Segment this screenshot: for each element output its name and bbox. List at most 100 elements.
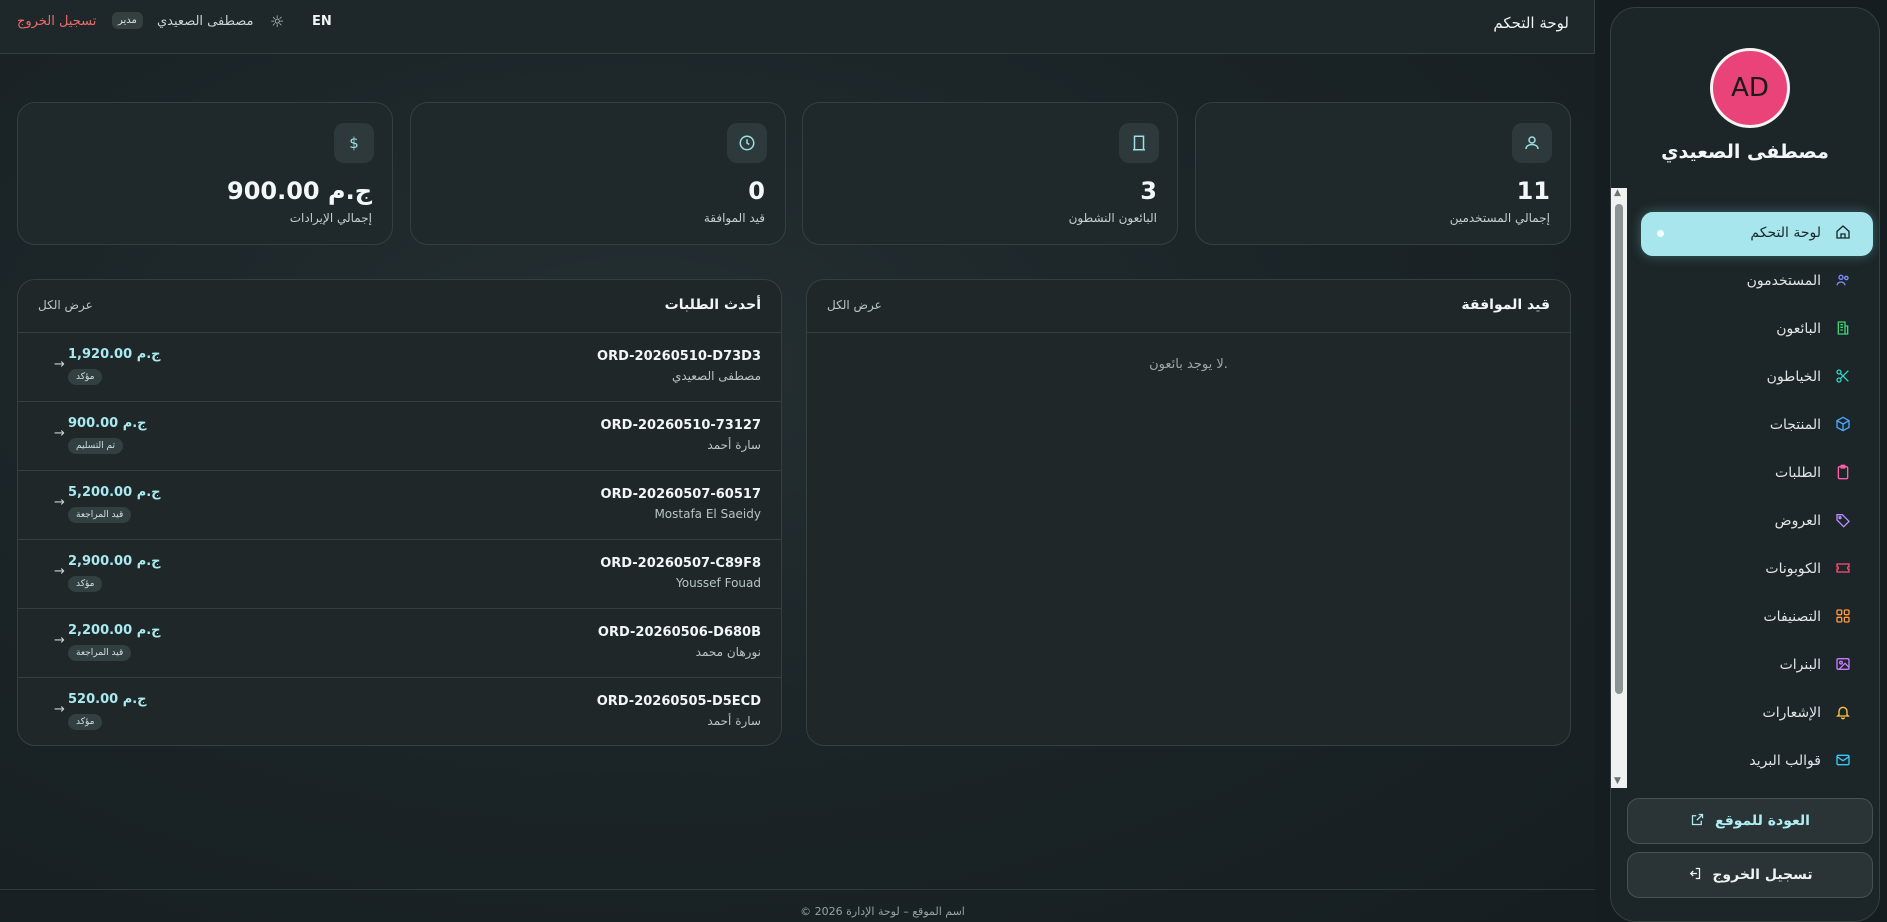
mail-icon bbox=[1833, 752, 1853, 772]
sidebar-item-label: الخياطون bbox=[1766, 369, 1821, 385]
back-to-site-label: العودة للموقع bbox=[1715, 813, 1810, 829]
language-toggle[interactable]: EN bbox=[312, 14, 332, 29]
order-customer: مصطفى الصعيدي bbox=[671, 369, 761, 383]
sidebar-item-tailors[interactable]: الخياطون bbox=[1641, 356, 1873, 400]
arrow-right-icon[interactable]: → bbox=[54, 426, 65, 441]
order-row[interactable]: ORD-20260506-D680B نورهان محمد 2,200.00 … bbox=[18, 609, 781, 678]
sidebar-item-label: المستخدمون bbox=[1746, 273, 1821, 289]
sidebar-item-notifications[interactable]: الإشعارات bbox=[1641, 692, 1873, 736]
box-icon bbox=[1833, 416, 1853, 436]
footer-divider bbox=[0, 889, 1595, 890]
orders-panel: أحدث الطلبات عرض الكل ORD-20260510-D73D3… bbox=[17, 279, 782, 746]
sidebar-item-mail-templates[interactable]: قوالب البريد bbox=[1641, 740, 1873, 784]
order-id: ORD-20260507-C89F8 bbox=[600, 556, 761, 571]
back-to-site-button[interactable]: العودة للموقع bbox=[1627, 798, 1873, 844]
panel-header: أحدث الطلبات عرض الكل bbox=[18, 280, 781, 333]
sidebar-user-name: مصطفى الصعيدي bbox=[1661, 141, 1829, 163]
page-title: لوحة التحكم bbox=[1493, 14, 1569, 32]
home-icon bbox=[1833, 224, 1853, 244]
external-link-icon bbox=[1690, 812, 1705, 831]
sidebar-item-label: المنتجات bbox=[1769, 417, 1821, 433]
clock-icon bbox=[727, 123, 767, 163]
orders-view-all-link[interactable]: عرض الكل bbox=[38, 298, 93, 312]
avatar: AD bbox=[1710, 48, 1790, 128]
scissors-icon bbox=[1833, 368, 1853, 388]
main-area: لوحة التحكم EN ☼ مصطفى الصعيدي مدير تسجي… bbox=[0, 0, 1595, 922]
sidebar-item-label: العروض bbox=[1774, 513, 1821, 529]
stat-value: 3 bbox=[1140, 177, 1157, 205]
sidebar-item-label: قوالب البريد bbox=[1749, 753, 1821, 769]
sidebar-item-label: البائعون bbox=[1776, 321, 1821, 337]
role-badge: مدير bbox=[112, 12, 143, 29]
order-row[interactable]: ORD-20260510-D73D3 مصطفى الصعيدي 1,920.0… bbox=[18, 333, 781, 402]
sidebar-item-orders[interactable]: الطلبات bbox=[1641, 452, 1873, 496]
stat-card-users: 11 إجمالي المستخدمين bbox=[1195, 102, 1571, 245]
stat-value: 0 bbox=[748, 177, 765, 205]
sidebar-item-label: لوحة التحكم bbox=[1750, 225, 1821, 241]
sidebar-item-vendors[interactable]: البائعون bbox=[1641, 308, 1873, 352]
sidebar-item-coupons[interactable]: الكوبونات bbox=[1641, 548, 1873, 592]
sidebar: AD مصطفى الصعيدي ▲ ▼ لوحة التحكم المستخد… bbox=[1610, 7, 1880, 922]
footer-text: © 2026 اسم الموقع – لوحة الإدارة bbox=[800, 905, 965, 918]
sidebar-logout-button[interactable]: تسجيل الخروج bbox=[1627, 852, 1873, 898]
panel-header: قيد الموافقة عرض الكل bbox=[807, 280, 1570, 333]
order-row[interactable]: ORD-20260510-73127 سارة أحمد 900.00 ج.م … bbox=[18, 402, 781, 471]
arrow-right-icon[interactable]: → bbox=[54, 357, 65, 372]
building-icon bbox=[1833, 320, 1853, 340]
arrow-right-icon[interactable]: → bbox=[54, 564, 65, 579]
order-customer: نورهان محمد bbox=[695, 645, 761, 659]
sidebar-item-offers[interactable]: العروض bbox=[1641, 500, 1873, 544]
status-badge: مؤكد bbox=[68, 714, 103, 730]
bell-icon bbox=[1833, 704, 1853, 724]
order-row[interactable]: ORD-20260507-60517 Mostafa El Saeidy 5,2… bbox=[18, 471, 781, 540]
sidebar-scrollbar[interactable]: ▲ ▼ bbox=[1611, 188, 1627, 788]
scrollbar-thumb[interactable] bbox=[1615, 204, 1623, 694]
order-customer: Mostafa El Saeidy bbox=[654, 507, 761, 521]
arrow-right-icon[interactable]: → bbox=[54, 495, 65, 510]
arrow-right-icon[interactable]: → bbox=[54, 633, 65, 648]
order-row[interactable]: ORD-20260507-C89F8 Youssef Fouad 2,900.0… bbox=[18, 540, 781, 609]
sun-icon[interactable]: ☼ bbox=[270, 12, 284, 31]
order-id: ORD-20260505-D5ECD bbox=[596, 694, 761, 709]
sidebar-item-users[interactable]: المستخدمون bbox=[1641, 260, 1873, 304]
status-badge: قيد المراجعة bbox=[68, 645, 132, 661]
order-amount: 1,920.00 ج.م bbox=[68, 347, 161, 362]
pending-panel: قيد الموافقة عرض الكل لا يوجد بائعون. bbox=[806, 279, 1571, 746]
empty-message: لا يوجد بائعون. bbox=[1149, 357, 1228, 372]
status-badge: مؤكد bbox=[68, 369, 103, 385]
scroll-down-icon[interactable]: ▼ bbox=[1614, 776, 1621, 786]
sidebar-item-label: البنرات bbox=[1779, 657, 1821, 673]
sidebar-item-categories[interactable]: التصنيفات bbox=[1641, 596, 1873, 640]
stat-card-vendors: 3 البائعون النشطون bbox=[802, 102, 1178, 245]
arrow-right-icon[interactable]: → bbox=[54, 702, 65, 717]
order-id: ORD-20260510-73127 bbox=[600, 418, 761, 433]
sidebar-item-products[interactable]: المنتجات bbox=[1641, 404, 1873, 448]
scroll-up-icon[interactable]: ▲ bbox=[1614, 188, 1621, 198]
sidebar-item-dashboard[interactable]: لوحة التحكم bbox=[1641, 212, 1873, 256]
active-indicator bbox=[1657, 230, 1664, 237]
logout-icon bbox=[1687, 866, 1702, 885]
header-logout-link[interactable]: تسجيل الخروج bbox=[17, 14, 96, 29]
order-row[interactable]: ORD-20260505-D5ECD سارة أحمد 520.00 ج.م … bbox=[18, 678, 781, 745]
users-icon bbox=[1512, 123, 1552, 163]
top-header: لوحة التحكم EN ☼ مصطفى الصعيدي مدير تسجي… bbox=[0, 0, 1595, 54]
pending-view-all-link[interactable]: عرض الكل bbox=[827, 298, 882, 312]
ticket-icon bbox=[1833, 560, 1853, 580]
header-user-name: مصطفى الصعيدي bbox=[157, 14, 254, 29]
stat-card-pending: 0 قيد الموافقة bbox=[410, 102, 786, 245]
grid-icon bbox=[1833, 608, 1853, 628]
sidebar-item-label: الإشعارات bbox=[1762, 705, 1821, 721]
store-icon bbox=[1119, 123, 1159, 163]
image-icon bbox=[1833, 656, 1853, 676]
users-icon bbox=[1833, 272, 1853, 292]
money-icon: $ bbox=[334, 123, 374, 163]
panel-title: قيد الموافقة bbox=[1461, 297, 1550, 313]
clipboard-icon bbox=[1833, 464, 1853, 484]
order-customer: سارة أحمد bbox=[707, 714, 761, 728]
order-customer: سارة أحمد bbox=[707, 438, 761, 452]
tag-icon bbox=[1833, 512, 1853, 532]
stat-label: إجمالي الإيرادات bbox=[289, 211, 372, 225]
status-badge: مؤكد bbox=[68, 576, 103, 592]
order-customer: Youssef Fouad bbox=[675, 576, 761, 590]
sidebar-item-banners[interactable]: البنرات bbox=[1641, 644, 1873, 688]
